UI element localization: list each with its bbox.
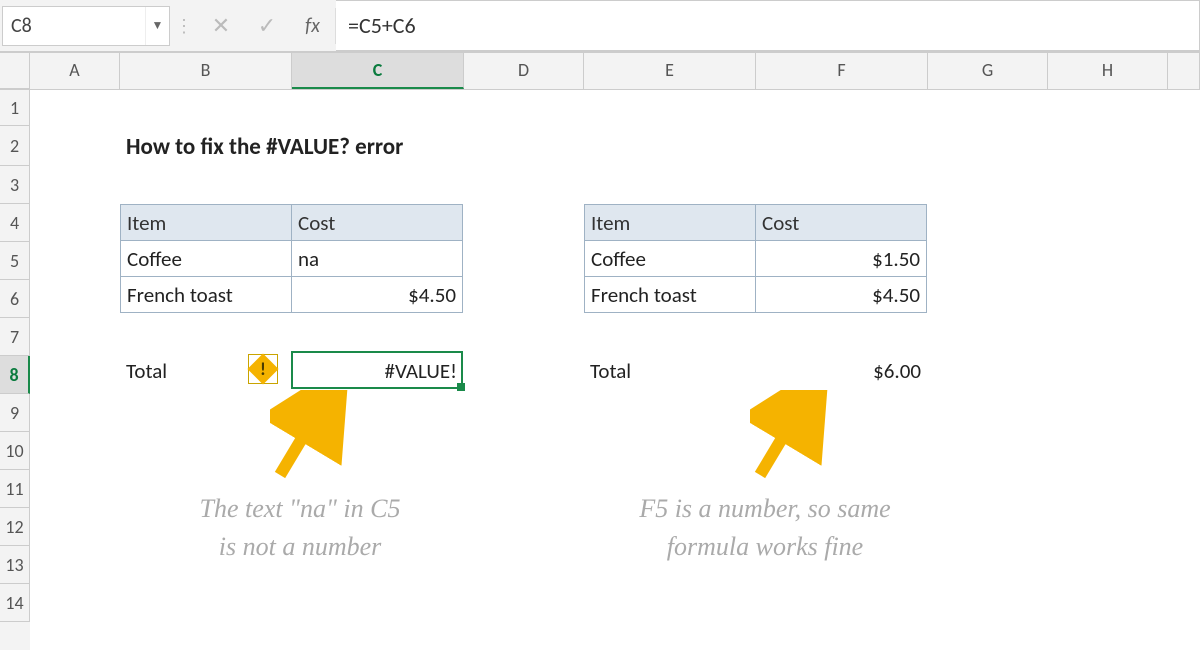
cell-F6[interactable]: $4.50	[755, 276, 927, 313]
arrow-right-icon	[750, 390, 830, 480]
arrow-left-icon	[270, 390, 350, 480]
row-header-7[interactable]: 7	[0, 318, 30, 356]
col-header-F[interactable]: F	[756, 53, 928, 89]
warning-icon: !	[247, 353, 278, 384]
formula-input[interactable]: =C5+C6	[336, 0, 1200, 51]
page-title[interactable]: How to fix the #VALUE? error	[120, 128, 620, 165]
formula-bar-grip: ⋮	[172, 8, 198, 44]
cell-B6[interactable]: French toast	[120, 276, 292, 313]
cell-reference[interactable]: C8	[3, 14, 145, 38]
cell-E6[interactable]: French toast	[584, 276, 756, 313]
col-header-B[interactable]: B	[120, 53, 292, 89]
column-header-row: A B C D E F G H	[0, 53, 1200, 90]
cell-B4[interactable]: Item	[120, 204, 292, 241]
row-header-5[interactable]: 5	[0, 242, 30, 280]
row-header-3[interactable]: 3	[0, 166, 30, 204]
col-header-G[interactable]: G	[928, 53, 1048, 89]
row-header-8[interactable]: 8	[0, 356, 30, 394]
row-header-14[interactable]: 14	[0, 584, 30, 622]
name-box-dropdown[interactable]: ▼	[145, 7, 169, 45]
cell-B8[interactable]: Total	[120, 352, 240, 389]
caption-right: F5 is a number, so sameformula works fin…	[575, 490, 955, 565]
insert-function-button[interactable]: fx	[290, 8, 336, 44]
col-header-D[interactable]: D	[464, 53, 584, 89]
cell-C8[interactable]: #VALUE!	[291, 352, 463, 389]
caption-left: The text "na" in C5is not a number	[120, 490, 480, 565]
accept-formula-button[interactable]: ✓	[244, 8, 290, 44]
cell-F8[interactable]: $6.00	[755, 352, 927, 389]
cell-E5[interactable]: Coffee	[584, 240, 756, 277]
col-header-C[interactable]: C	[292, 53, 464, 89]
cell-canvas[interactable]: How to fix the #VALUE? error Item Cost C…	[30, 90, 1200, 650]
select-all-corner[interactable]	[0, 53, 30, 89]
row-header-9[interactable]: 9	[0, 394, 30, 432]
formula-bar: C8 ▼ ⋮ ✕ ✓ fx =C5+C6	[0, 0, 1200, 52]
cell-F4[interactable]: Cost	[755, 204, 927, 241]
col-header-E[interactable]: E	[584, 53, 756, 89]
error-smart-tag[interactable]: !	[248, 354, 278, 384]
cell-E4[interactable]: Item	[584, 204, 756, 241]
cell-C6[interactable]: $4.50	[291, 276, 463, 313]
row-header-1[interactable]: 1	[0, 90, 30, 126]
row-header-11[interactable]: 11	[0, 470, 30, 508]
row-header-13[interactable]: 13	[0, 546, 30, 584]
cell-B5[interactable]: Coffee	[120, 240, 292, 277]
cell-C4[interactable]: Cost	[291, 204, 463, 241]
cancel-formula-button[interactable]: ✕	[198, 8, 244, 44]
col-header-A[interactable]: A	[30, 53, 120, 89]
worksheet: A B C D E F G H 1 2 3 4 5 6 7 8 9 10 11 …	[0, 52, 1200, 650]
cell-E8[interactable]: Total	[584, 352, 704, 389]
col-header-overflow	[1168, 53, 1200, 89]
row-header-6[interactable]: 6	[0, 280, 30, 318]
row-header-4[interactable]: 4	[0, 204, 30, 242]
row-header-12[interactable]: 12	[0, 508, 30, 546]
cell-C5[interactable]: na	[291, 240, 463, 277]
cell-F5[interactable]: $1.50	[755, 240, 927, 277]
name-box[interactable]: C8 ▼	[2, 6, 170, 46]
row-header-col: 1 2 3 4 5 6 7 8 9 10 11 12 13 14	[0, 90, 30, 650]
row-header-2[interactable]: 2	[0, 126, 30, 166]
col-header-H[interactable]: H	[1048, 53, 1168, 89]
row-header-10[interactable]: 10	[0, 432, 30, 470]
